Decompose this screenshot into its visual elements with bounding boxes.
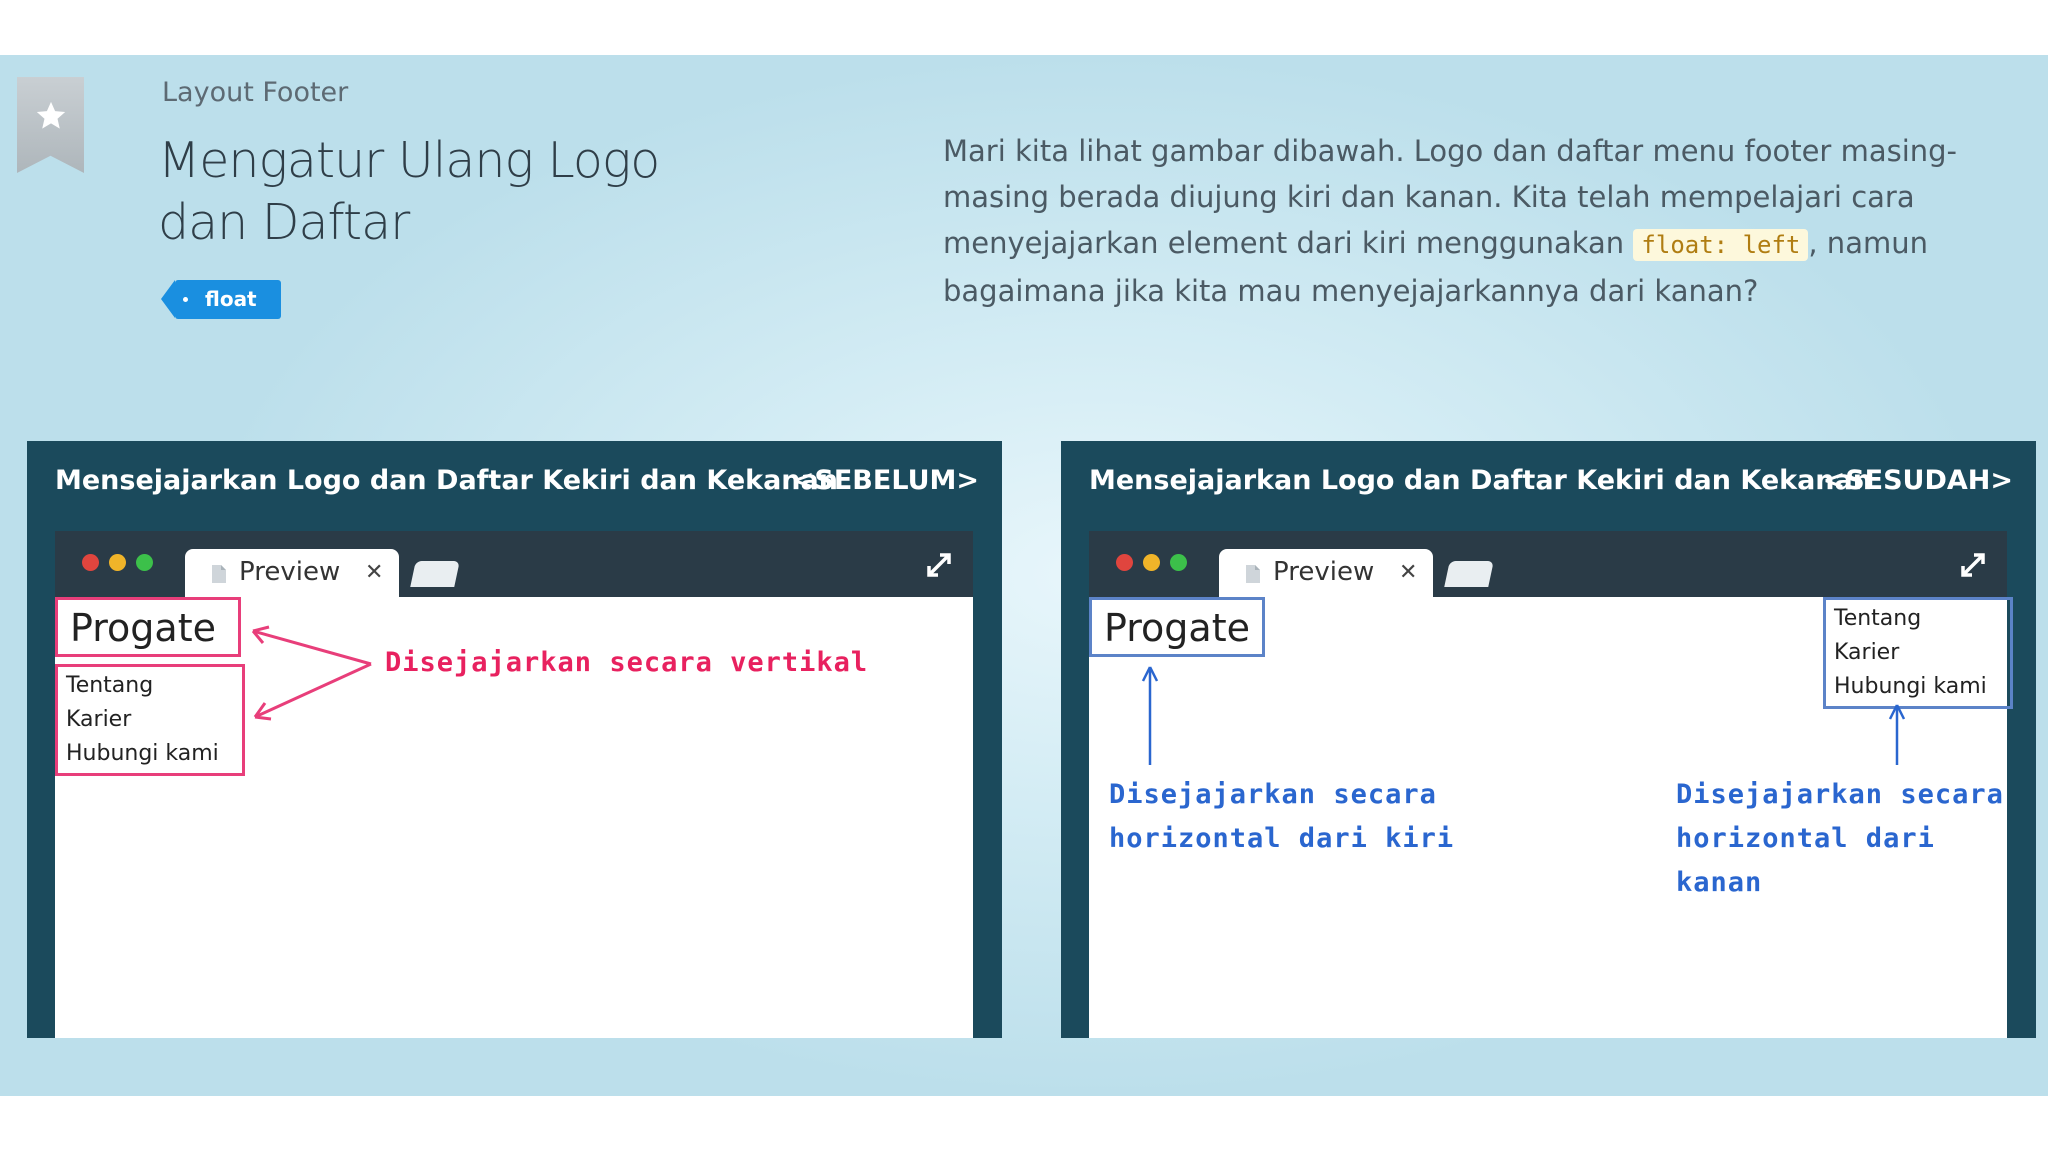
panel-heading: Mensejajarkan Logo dan Daftar Kekiri dan… — [1089, 465, 2013, 496]
annotation-right-line-1: Disejajarkan secara — [1676, 779, 2004, 810]
annotation-vertical: Disejajarkan secara vertikal — [385, 647, 869, 678]
tab-label: Preview — [239, 557, 341, 587]
annotation-left-line-1: Disejajarkan secara — [1109, 779, 1437, 810]
panel-state-label: <SEBELUM> — [791, 465, 979, 496]
new-tab-button[interactable] — [410, 561, 460, 587]
close-dot[interactable] — [1116, 554, 1133, 571]
annotation-right-line-2: horizontal dari kanan — [1676, 823, 1935, 898]
close-tab-icon[interactable]: ✕ — [365, 560, 383, 585]
annotation-left-line-2: horizontal dari kiri — [1109, 823, 1455, 854]
annotation-left: Disejajarkan secara horizontal dari kiri — [1109, 773, 1454, 861]
inline-code: float: left — [1633, 229, 1809, 261]
panel-heading: Mensejajarkan Logo dan Daftar Kekiri dan… — [55, 465, 979, 496]
close-dot[interactable] — [82, 554, 99, 571]
close-tab-icon[interactable]: ✕ — [1399, 560, 1417, 585]
minimize-dot[interactable] — [1143, 554, 1160, 571]
description: Mari kita lihat gambar dibawah. Logo dan… — [943, 128, 2003, 314]
document-icon — [212, 565, 226, 583]
star-icon — [36, 101, 66, 129]
browser-window: Preview ✕ Progate Tentang Karier Hubungi… — [1089, 531, 2013, 1038]
tab-preview[interactable]: Preview ✕ — [1219, 549, 1433, 597]
panel-heading-text: Mensejajarkan Logo dan Daftar Kekiri dan… — [1089, 465, 1872, 496]
preview-content: Progate Tentang Karier Hubungi kami Dise… — [1089, 597, 2013, 1038]
preview-content: Progate Tentang Karier Hubungi kami Dise… — [55, 597, 973, 1038]
maximize-dot[interactable] — [136, 554, 153, 571]
new-tab-button[interactable] — [1444, 561, 1494, 587]
panel-state-label: <SESUDAH> — [1822, 465, 2013, 496]
browser-window: Preview ✕ Progate Tentang Karier Hubungi… — [55, 531, 973, 1038]
browser-toolbar: Preview ✕ — [55, 531, 973, 597]
float-tag[interactable]: float — [161, 280, 281, 319]
slide: Layout Footer Mengatur Ulang Logo dan Da… — [0, 55, 2048, 1096]
lesson-category: Layout Footer — [162, 77, 349, 108]
maximize-dot[interactable] — [1170, 554, 1187, 571]
page-title: Mengatur Ulang Logo dan Daftar — [158, 132, 660, 251]
expand-icon[interactable] — [1959, 551, 1987, 579]
panel-after: Mensejajarkan Logo dan Daftar Kekiri dan… — [1061, 441, 2036, 1038]
expand-icon[interactable] — [925, 551, 953, 579]
annotation-right: Disejajarkan secara horizontal dari kana… — [1676, 773, 2007, 905]
bookmark-button[interactable] — [17, 77, 84, 173]
panel-before: Mensejajarkan Logo dan Daftar Kekiri dan… — [27, 441, 1002, 1038]
browser-toolbar: Preview ✕ — [1089, 531, 2007, 597]
minimize-dot[interactable] — [109, 554, 126, 571]
document-icon — [1246, 565, 1260, 583]
panel-heading-text: Mensejajarkan Logo dan Daftar Kekiri dan… — [55, 465, 838, 496]
tab-label: Preview — [1273, 557, 1375, 587]
tab-preview[interactable]: Preview ✕ — [185, 549, 399, 597]
